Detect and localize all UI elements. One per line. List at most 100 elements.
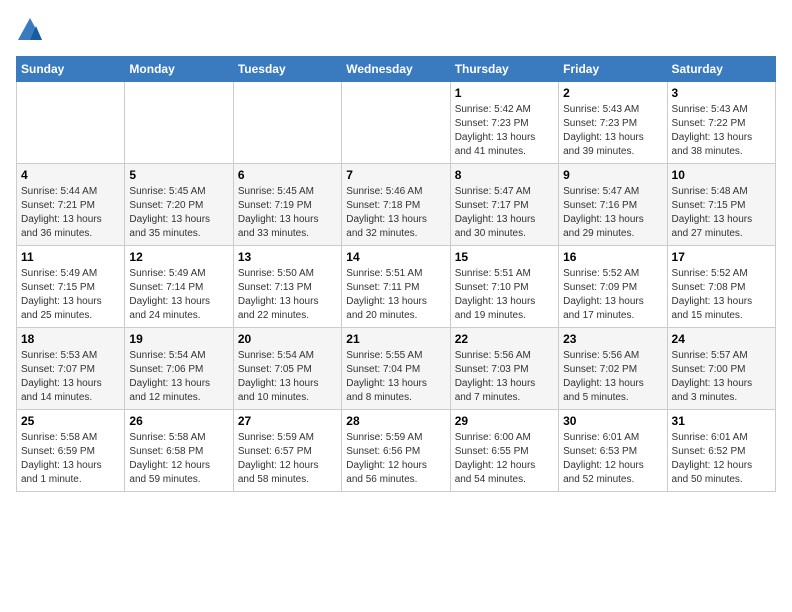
week-row-5: 25 Sunrise: 5:58 AMSunset: 6:59 PMDayligh… — [17, 410, 776, 492]
day-info: Sunrise: 5:55 AMSunset: 7:04 PMDaylight:… — [346, 349, 445, 405]
day-info: Sunrise: 5:48 AMSunset: 7:15 PMDaylight:… — [672, 185, 771, 241]
week-row-2: 4 Sunrise: 5:44 AMSunset: 7:21 PMDaylight… — [17, 164, 776, 246]
calendar-cell: 17 Sunrise: 5:52 AMSunset: 7:08 PMDayligh… — [667, 246, 775, 328]
day-number: 22 — [455, 332, 554, 346]
day-number: 6 — [238, 168, 337, 182]
calendar-cell: 5 Sunrise: 5:45 AMSunset: 7:20 PMDaylight… — [125, 164, 233, 246]
day-number: 27 — [238, 414, 337, 428]
calendar-cell: 3 Sunrise: 5:43 AMSunset: 7:22 PMDaylight… — [667, 82, 775, 164]
logo — [16, 16, 48, 44]
calendar-cell: 8 Sunrise: 5:47 AMSunset: 7:17 PMDaylight… — [450, 164, 558, 246]
weekday-header-tuesday: Tuesday — [233, 57, 341, 82]
calendar-cell: 25 Sunrise: 5:58 AMSunset: 6:59 PMDayligh… — [17, 410, 125, 492]
day-info: Sunrise: 5:56 AMSunset: 7:03 PMDaylight:… — [455, 349, 554, 405]
calendar-cell — [233, 82, 341, 164]
calendar-cell: 10 Sunrise: 5:48 AMSunset: 7:15 PMDayligh… — [667, 164, 775, 246]
calendar-cell: 22 Sunrise: 5:56 AMSunset: 7:03 PMDayligh… — [450, 328, 558, 410]
day-info: Sunrise: 5:58 AMSunset: 6:58 PMDaylight:… — [129, 431, 228, 487]
day-info: Sunrise: 6:00 AMSunset: 6:55 PMDaylight:… — [455, 431, 554, 487]
day-info: Sunrise: 5:43 AMSunset: 7:23 PMDaylight:… — [563, 103, 662, 159]
day-number: 18 — [21, 332, 120, 346]
day-number: 11 — [21, 250, 120, 264]
day-info: Sunrise: 5:54 AMSunset: 7:05 PMDaylight:… — [238, 349, 337, 405]
weekday-header-wednesday: Wednesday — [342, 57, 450, 82]
day-number: 25 — [21, 414, 120, 428]
calendar-cell: 16Sunrise: 5:52 AMSunset: 7:09 PMDayligh… — [559, 246, 667, 328]
calendar-cell: 9Sunrise: 5:47 AMSunset: 7:16 PMDaylight… — [559, 164, 667, 246]
day-info: Sunrise: 5:49 AMSunset: 7:14 PMDaylight:… — [129, 267, 228, 323]
day-info: Sunrise: 5:50 AMSunset: 7:13 PMDaylight:… — [238, 267, 337, 323]
day-info: Sunrise: 5:57 AMSunset: 7:00 PMDaylight:… — [672, 349, 771, 405]
calendar-cell: 7 Sunrise: 5:46 AMSunset: 7:18 PMDaylight… — [342, 164, 450, 246]
day-info: Sunrise: 5:51 AMSunset: 7:11 PMDaylight:… — [346, 267, 445, 323]
calendar-cell: 31 Sunrise: 6:01 AMSunset: 6:52 PMDayligh… — [667, 410, 775, 492]
day-number: 10 — [672, 168, 771, 182]
calendar-cell — [17, 82, 125, 164]
calendar-cell: 1 Sunrise: 5:42 AMSunset: 7:23 PMDaylight… — [450, 82, 558, 164]
day-info: Sunrise: 5:52 AMSunset: 7:08 PMDaylight:… — [672, 267, 771, 323]
day-number: 13 — [238, 250, 337, 264]
day-info: Sunrise: 5:59 AMSunset: 6:56 PMDaylight:… — [346, 431, 445, 487]
day-info: Sunrise: 5:47 AMSunset: 7:17 PMDaylight:… — [455, 185, 554, 241]
calendar-cell: 12 Sunrise: 5:49 AMSunset: 7:14 PMDayligh… — [125, 246, 233, 328]
calendar-cell: 13 Sunrise: 5:50 AMSunset: 7:13 PMDayligh… — [233, 246, 341, 328]
day-number: 31 — [672, 414, 771, 428]
calendar-cell: 6 Sunrise: 5:45 AMSunset: 7:19 PMDaylight… — [233, 164, 341, 246]
day-number: 1 — [455, 86, 554, 100]
calendar-cell: 23 Sunrise: 5:56 AMSunset: 7:02 PMDayligh… — [559, 328, 667, 410]
day-number: 28 — [346, 414, 445, 428]
day-number: 4 — [21, 168, 120, 182]
day-number: 26 — [129, 414, 228, 428]
calendar-cell: 18Sunrise: 5:53 AMSunset: 7:07 PMDayligh… — [17, 328, 125, 410]
day-number: 8 — [455, 168, 554, 182]
calendar-cell: 29Sunrise: 6:00 AMSunset: 6:55 PMDayligh… — [450, 410, 558, 492]
day-info: Sunrise: 5:56 AMSunset: 7:02 PMDaylight:… — [563, 349, 662, 405]
day-number: 12 — [129, 250, 228, 264]
calendar-cell: 20 Sunrise: 5:54 AMSunset: 7:05 PMDayligh… — [233, 328, 341, 410]
calendar-cell: 21Sunrise: 5:55 AMSunset: 7:04 PMDayligh… — [342, 328, 450, 410]
day-info: Sunrise: 5:45 AMSunset: 7:19 PMDaylight:… — [238, 185, 337, 241]
weekday-header-saturday: Saturday — [667, 57, 775, 82]
day-number: 2 — [563, 86, 662, 100]
day-info: Sunrise: 5:45 AMSunset: 7:20 PMDaylight:… — [129, 185, 228, 241]
calendar-cell: 4 Sunrise: 5:44 AMSunset: 7:21 PMDaylight… — [17, 164, 125, 246]
day-number: 14 — [346, 250, 445, 264]
day-info: Sunrise: 5:58 AMSunset: 6:59 PMDaylight:… — [21, 431, 120, 487]
calendar-cell: 11 Sunrise: 5:49 AMSunset: 7:15 PMDayligh… — [17, 246, 125, 328]
calendar-cell: 27 Sunrise: 5:59 AMSunset: 6:57 PMDayligh… — [233, 410, 341, 492]
day-number: 7 — [346, 168, 445, 182]
calendar-cell: 15Sunrise: 5:51 AMSunset: 7:10 PMDayligh… — [450, 246, 558, 328]
day-info: Sunrise: 5:46 AMSunset: 7:18 PMDaylight:… — [346, 185, 445, 241]
calendar-cell: 28 Sunrise: 5:59 AMSunset: 6:56 PMDayligh… — [342, 410, 450, 492]
week-row-1: 1 Sunrise: 5:42 AMSunset: 7:23 PMDaylight… — [17, 82, 776, 164]
day-info: Sunrise: 5:59 AMSunset: 6:57 PMDaylight:… — [238, 431, 337, 487]
weekday-header-monday: Monday — [125, 57, 233, 82]
weekday-header-sunday: Sunday — [17, 57, 125, 82]
calendar-cell: 26 Sunrise: 5:58 AMSunset: 6:58 PMDayligh… — [125, 410, 233, 492]
calendar-cell: 14 Sunrise: 5:51 AMSunset: 7:11 PMDayligh… — [342, 246, 450, 328]
day-info: Sunrise: 5:49 AMSunset: 7:15 PMDaylight:… — [21, 267, 120, 323]
weekday-header-thursday: Thursday — [450, 57, 558, 82]
day-info: Sunrise: 5:44 AMSunset: 7:21 PMDaylight:… — [21, 185, 120, 241]
day-number: 5 — [129, 168, 228, 182]
calendar-table: SundayMondayTuesdayWednesdayThursdayFrid… — [16, 56, 776, 492]
day-number: 20 — [238, 332, 337, 346]
day-number: 23 — [563, 332, 662, 346]
day-number: 9 — [563, 168, 662, 182]
calendar-cell — [125, 82, 233, 164]
day-info: Sunrise: 6:01 AMSunset: 6:53 PMDaylight:… — [563, 431, 662, 487]
day-info: Sunrise: 5:42 AMSunset: 7:23 PMDaylight:… — [455, 103, 554, 159]
day-info: Sunrise: 5:43 AMSunset: 7:22 PMDaylight:… — [672, 103, 771, 159]
calendar-cell: 2 Sunrise: 5:43 AMSunset: 7:23 PMDaylight… — [559, 82, 667, 164]
day-number: 3 — [672, 86, 771, 100]
day-number: 16 — [563, 250, 662, 264]
day-number: 17 — [672, 250, 771, 264]
week-row-3: 11 Sunrise: 5:49 AMSunset: 7:15 PMDayligh… — [17, 246, 776, 328]
day-number: 15 — [455, 250, 554, 264]
calendar-cell — [342, 82, 450, 164]
day-info: Sunrise: 6:01 AMSunset: 6:52 PMDaylight:… — [672, 431, 771, 487]
calendar-cell: 19Sunrise: 5:54 AMSunset: 7:06 PMDayligh… — [125, 328, 233, 410]
calendar-cell: 30Sunrise: 6:01 AMSunset: 6:53 PMDayligh… — [559, 410, 667, 492]
day-number: 24 — [672, 332, 771, 346]
week-row-4: 18Sunrise: 5:53 AMSunset: 7:07 PMDayligh… — [17, 328, 776, 410]
